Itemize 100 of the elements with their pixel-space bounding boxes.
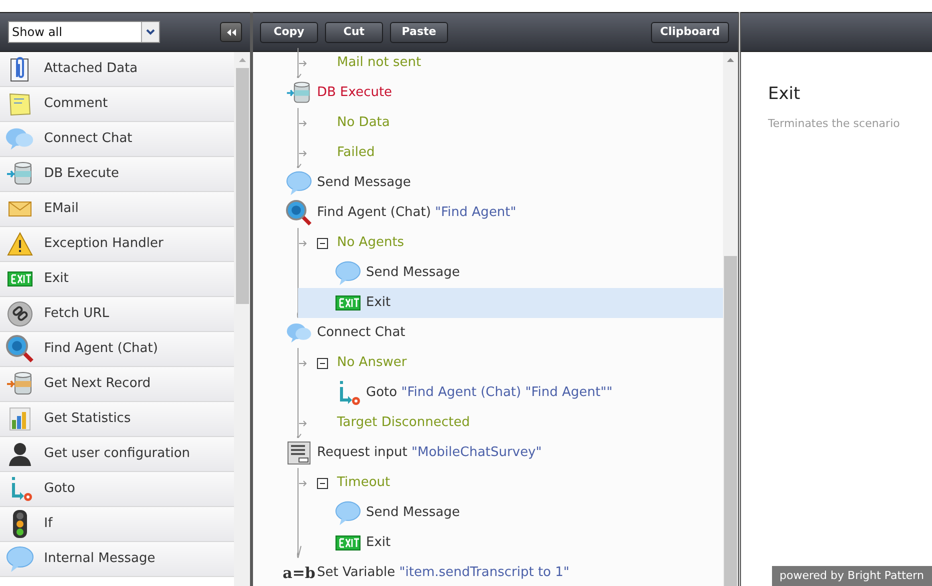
traffic-light-icon xyxy=(12,509,28,539)
palette-item-label: Get Statistics xyxy=(44,410,131,428)
powered-by-badge: powered by Bright Pattern xyxy=(772,566,932,586)
scrollbar[interactable] xyxy=(234,52,250,586)
branch-label: No Answer xyxy=(337,354,407,372)
branch-arrow-icon xyxy=(299,150,307,156)
branch-label: Failed xyxy=(337,144,375,162)
speech-bubble-icon xyxy=(6,545,34,573)
toolbar-button[interactable]: Paste xyxy=(390,22,448,42)
branch-label: Timeout xyxy=(337,474,390,492)
palette-item-label: Get user configuration xyxy=(44,445,190,464)
flow-step[interactable]: Connect Chat xyxy=(253,318,723,348)
flow-step[interactable]: Send Message xyxy=(298,498,723,528)
step-label: Set Variable "item.sendTranscript to 1" xyxy=(317,564,570,582)
speech-bubble-icon xyxy=(286,169,312,197)
form-icon xyxy=(286,440,312,466)
exit-sign-icon xyxy=(6,271,32,287)
branch-arrow-icon xyxy=(299,120,307,126)
branch-label: No Data xyxy=(337,114,390,132)
step-label: Send Message xyxy=(366,264,460,282)
scroll-up-icon xyxy=(727,58,734,62)
clipboard-button[interactable]: Clipboard xyxy=(651,22,729,42)
palette-item[interactable]: Connect Chat xyxy=(0,122,234,157)
palette-item[interactable]: If xyxy=(0,507,234,542)
flow-step[interactable]: Request input "MobileChatSurvey" xyxy=(253,438,723,468)
flow-step[interactable]: a=bSet Variable "item.sendTranscript to 1" xyxy=(253,558,723,586)
magnifier-icon xyxy=(6,335,34,363)
palette-item-label: Fetch URL xyxy=(44,305,110,324)
flow-step[interactable]: Find Agent (Chat) "Find Agent" xyxy=(253,198,723,228)
palette-item[interactable]: EMail xyxy=(0,192,234,227)
palette-item-label: Internal Message xyxy=(44,550,156,568)
palette-item[interactable]: DB Execute xyxy=(0,157,234,192)
chat-bubbles-icon xyxy=(5,126,34,152)
palette-item[interactable]: Get user configuration xyxy=(0,437,234,472)
palette-item-label: Exit xyxy=(44,270,69,288)
connector-line xyxy=(297,48,304,78)
step-label: DB Execute xyxy=(317,84,392,102)
palette-item[interactable]: Internal Message xyxy=(0,542,234,577)
envelope-icon xyxy=(8,200,32,218)
filter-dropdown[interactable]: Show all xyxy=(8,21,160,43)
palette-item[interactable]: Find Agent (Chat) xyxy=(0,332,234,367)
step-label: Exit xyxy=(366,534,391,552)
exit-sign-icon xyxy=(335,295,361,311)
bar-chart-icon xyxy=(8,406,32,432)
palette-item[interactable]: Get Statistics xyxy=(0,402,234,437)
toolbar-button[interactable]: Copy xyxy=(260,22,318,42)
flow-step[interactable]: Exit xyxy=(298,288,723,318)
collapse-icon[interactable] xyxy=(316,478,328,488)
palette-item-label: If xyxy=(44,515,52,534)
branch-arrow-icon xyxy=(299,240,307,246)
branch-label: Target Disconnected xyxy=(337,414,470,432)
branch-label: Mail not sent xyxy=(337,54,422,72)
step-label: Request input "MobileChatSurvey" xyxy=(317,444,542,462)
branch-arrow-icon xyxy=(299,360,307,366)
speech-bubble-icon xyxy=(335,499,361,527)
palette-item[interactable]: Goto xyxy=(0,472,234,507)
magnifier-icon xyxy=(286,199,312,227)
flow-step[interactable]: Send Message xyxy=(253,168,723,198)
palette-item[interactable]: Comment xyxy=(0,87,234,122)
speech-bubble-icon xyxy=(335,259,361,287)
scroll-up-icon xyxy=(238,58,246,62)
step-label: Exit xyxy=(366,294,391,312)
flow-step[interactable]: Goto "Find Agent (Chat) "Find Agent"" xyxy=(298,378,723,408)
double-left-arrow-icon xyxy=(226,28,236,36)
palette-item[interactable]: Get Next Record xyxy=(0,367,234,402)
palette-item[interactable]: Exception Handler xyxy=(0,227,234,262)
chevron-down-icon xyxy=(146,29,155,35)
branch-label: No Agents xyxy=(337,234,404,252)
branch-arrow-icon xyxy=(299,60,307,66)
branch-arrow-icon xyxy=(299,420,307,426)
palette-item[interactable]: Attached Data xyxy=(0,52,234,87)
details-description: Terminates the scenario xyxy=(768,116,901,132)
flow-step[interactable]: DB Execute xyxy=(253,78,723,108)
palette-item-label: Find Agent (Chat) xyxy=(44,340,158,358)
step-label: Find Agent (Chat) "Find Agent" xyxy=(317,204,516,222)
details-title: Exit xyxy=(768,83,802,106)
step-label: Connect Chat xyxy=(317,324,406,342)
collapse-icon[interactable] xyxy=(316,238,328,248)
step-label: Goto "Find Agent (Chat) "Find Agent"" xyxy=(366,384,612,402)
collapse-panel-button[interactable] xyxy=(220,22,242,42)
flow-step[interactable]: Send Message xyxy=(298,258,723,288)
scrollbar[interactable] xyxy=(723,52,738,586)
person-silhouette-icon xyxy=(8,441,32,467)
chain-link-icon xyxy=(6,301,32,327)
step-label: Send Message xyxy=(317,174,411,192)
palette-item-label: Attached Data xyxy=(44,60,138,78)
palette-item-label: Comment xyxy=(44,95,108,114)
flow-step[interactable]: Exit xyxy=(298,528,723,558)
filter-value: Show all xyxy=(11,24,64,41)
branch-arrow-icon xyxy=(299,480,307,486)
palette-item-label: DB Execute xyxy=(44,165,120,184)
palette-item-label: EMail xyxy=(44,200,79,218)
palette-item-label: Goto xyxy=(44,480,76,498)
paperclip-icon xyxy=(8,55,32,83)
palette-item[interactable]: Fetch URL xyxy=(0,297,234,332)
toolbar-button[interactable]: Cut xyxy=(325,22,383,42)
palette-item-label: Connect Chat xyxy=(44,130,132,148)
warning-icon xyxy=(6,232,32,256)
collapse-icon[interactable] xyxy=(316,358,328,368)
palette-item[interactable]: Exit xyxy=(0,262,234,297)
